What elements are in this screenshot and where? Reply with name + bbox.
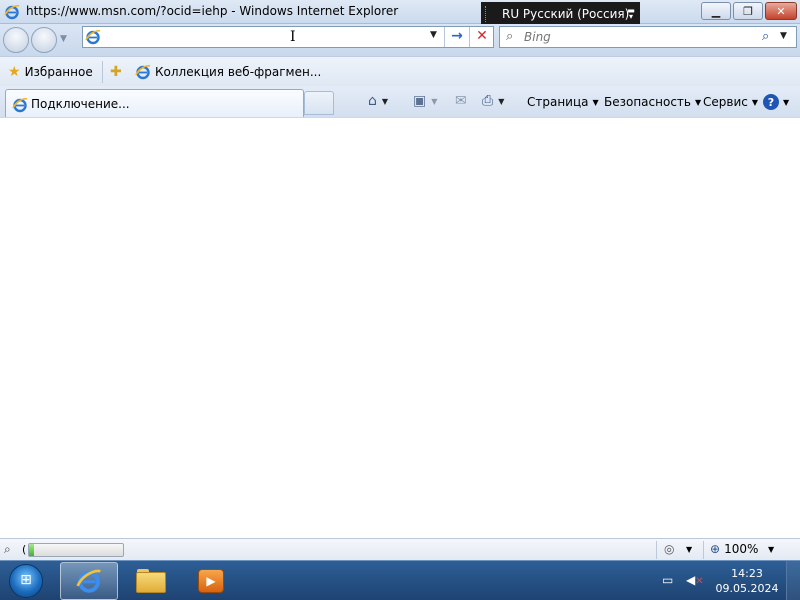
help-icon: ?: [763, 94, 779, 110]
window-title: https://www.msn.com/?ocid=iehp - Windows…: [26, 4, 399, 18]
tools-menu-label: Сервис: [703, 95, 748, 109]
search-box[interactable]: ⌕ ⌕ ▼: [499, 26, 797, 48]
address-bar[interactable]: I ▼ → ✕: [82, 26, 494, 48]
language-bar-text[interactable]: RU Русский (Россия): [502, 7, 629, 21]
text-cursor-icon: I: [290, 29, 296, 45]
taskbar-media-player[interactable]: ▶: [182, 562, 240, 600]
language-bar-grip[interactable]: [485, 6, 488, 22]
ie-logo-icon: [4, 4, 20, 20]
clock[interactable]: 14:23 09.05.2024: [712, 566, 782, 596]
address-input[interactable]: [105, 28, 415, 46]
recent-pages-chevron-icon[interactable]: ▼: [60, 34, 67, 44]
zoom-button[interactable]: ⊕ 100%: [710, 542, 758, 556]
page-menu-label: Страница: [527, 95, 589, 109]
zoom-chevron-icon[interactable]: ▼: [768, 545, 774, 554]
network-icon[interactable]: ▭: [662, 573, 673, 587]
safety-menu[interactable]: Безопасность ▼: [604, 92, 701, 112]
feeds-button[interactable]: ▣ ▼: [413, 91, 437, 111]
status-divider: [703, 541, 704, 559]
show-desktop-button[interactable]: [786, 561, 800, 600]
help-chevron-icon: ▼: [783, 97, 790, 107]
tab-row: Подключение... ⌂ ▼ ▣ ▼ ✉ ⎙ ▼ Страница ▼ Безо…: [0, 86, 800, 118]
volume-muted-icon[interactable]: ◀✕: [686, 573, 704, 587]
rss-icon: ▣: [413, 93, 427, 109]
new-tab-button[interactable]: [304, 91, 334, 115]
folder-icon: [136, 569, 166, 593]
taskbar-internet-explorer[interactable]: [60, 562, 118, 600]
stop-icon[interactable]: ✕: [472, 28, 492, 46]
address-dropdown-chevron-icon[interactable]: ▼: [430, 30, 437, 40]
help-menu[interactable]: ? ▼: [763, 92, 789, 112]
forward-button[interactable]: [31, 27, 57, 53]
clock-date: 09.05.2024: [715, 582, 779, 595]
close-icon: ✕: [776, 4, 786, 18]
favorites-bar: ★ Избранное ✚ Коллекция веб-фрагмен...: [0, 56, 800, 86]
protected-mode-icon[interactable]: ◎: [664, 542, 674, 556]
restore-icon: ❐: [743, 4, 753, 18]
safety-chevron-icon: ▼: [694, 97, 702, 107]
home-chevron-icon[interactable]: ▼: [382, 97, 388, 106]
status-bar: ⌕ ( ◎ ▼ ⊕ 100% ▼: [0, 538, 800, 560]
close-button[interactable]: ✕: [765, 2, 797, 20]
favorites-star-icon: ★: [8, 64, 21, 80]
protected-mode-chevron-icon[interactable]: ▼: [686, 545, 692, 554]
search-options-chevron-icon[interactable]: ▼: [780, 31, 787, 41]
start-button[interactable]: ⊞: [9, 564, 43, 598]
page-chevron-icon: ▼: [592, 97, 599, 107]
tools-menu[interactable]: Сервис ▼: [703, 92, 758, 112]
web-slice-ie-icon: [135, 64, 151, 80]
taskbar-windows-explorer[interactable]: [122, 562, 180, 600]
status-magnifier-icon: ⌕: [4, 542, 11, 556]
internet-explorer-icon: [76, 568, 102, 594]
status-divider: [656, 541, 657, 559]
back-button[interactable]: [3, 27, 29, 53]
navigation-bar: ▼ I ▼ → ✕ ⌕ ⌕ ▼: [0, 24, 800, 56]
safety-menu-label: Безопасность: [604, 95, 691, 109]
home-icon: ⌂: [368, 93, 377, 109]
page-content-area[interactable]: [0, 118, 800, 538]
mail-icon: ✉: [455, 93, 467, 109]
minimize-button[interactable]: ▁: [701, 2, 731, 20]
go-arrow-icon[interactable]: →: [447, 28, 467, 46]
page-icon: [85, 29, 101, 45]
page-menu[interactable]: Страница ▼: [527, 92, 599, 112]
feeds-chevron-icon[interactable]: ▼: [431, 97, 437, 106]
tab-ie-icon: [12, 97, 28, 113]
print-button[interactable]: ⎙ ▼: [482, 91, 504, 111]
zoom-icon: ⊕: [710, 542, 721, 556]
favorites-label: Избранное: [24, 65, 93, 79]
media-player-icon: ▶: [198, 569, 224, 593]
minimize-icon: ▁: [711, 4, 721, 18]
page-load-progress-bar: [28, 543, 124, 557]
favorites-divider: [102, 61, 103, 83]
address-divider: [444, 27, 445, 47]
add-favorite-star-icon: ✚: [110, 64, 122, 80]
progress-fill: [29, 544, 34, 556]
printer-icon: ⎙: [482, 93, 494, 109]
address-divider: [469, 27, 470, 47]
tab-label: Подключение...: [31, 97, 130, 111]
title-bar: https://www.msn.com/?ocid=iehp - Windows…: [0, 0, 800, 26]
status-text: (: [22, 543, 27, 556]
web-slice-gallery-link[interactable]: Коллекция веб-фрагмен...: [135, 63, 321, 81]
add-to-favorites-bar-button[interactable]: ✚: [110, 63, 126, 81]
home-button[interactable]: ⌂ ▼: [368, 91, 388, 111]
search-icon: ⌕: [506, 29, 514, 44]
read-mail-button[interactable]: ✉: [455, 91, 467, 111]
print-chevron-icon[interactable]: ▼: [498, 97, 504, 106]
web-slice-gallery-label: Коллекция веб-фрагмен...: [155, 65, 322, 79]
clock-time: 14:23: [731, 567, 763, 580]
favorites-button[interactable]: ★ Избранное: [8, 63, 93, 81]
taskbar: ⊞ ▶ ▭ ◀✕ 14:23 09.05.2024: [0, 560, 800, 600]
search-go-icon[interactable]: ⌕: [762, 29, 769, 44]
zoom-level: 100%: [724, 542, 759, 556]
search-input[interactable]: [524, 28, 754, 46]
restore-button[interactable]: ❐: [733, 2, 763, 20]
language-bar[interactable]: RU Русский (Россия) ▬ ▾: [481, 2, 640, 26]
tools-chevron-icon: ▼: [751, 97, 759, 107]
windows-logo-icon: ⊞: [20, 572, 32, 588]
tab-connecting[interactable]: Подключение...: [5, 89, 304, 117]
language-bar-options-icon[interactable]: ▬ ▾: [627, 7, 635, 21]
